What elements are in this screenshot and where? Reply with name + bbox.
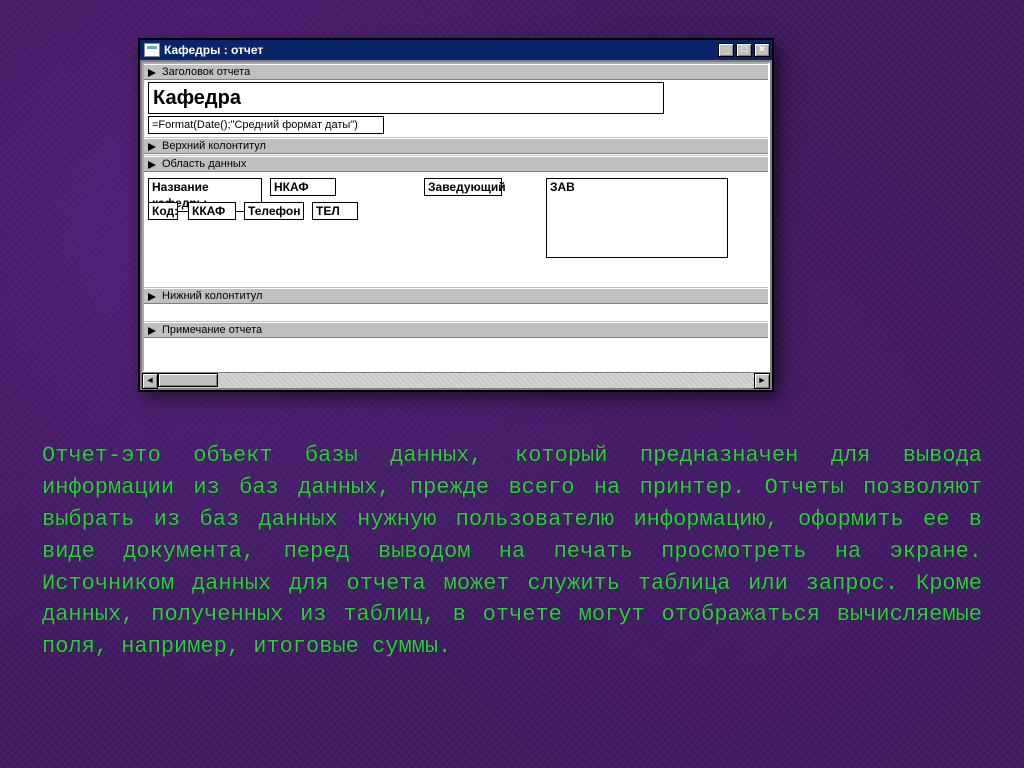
section-arrow-icon <box>148 327 156 335</box>
titlebar[interactable]: Кафедры : отчет _ □ × <box>140 40 772 60</box>
horizontal-scrollbar[interactable]: ◄ ► <box>142 372 770 388</box>
client-area: Заголовок отчета Кафедра =Format(Date();… <box>140 60 772 390</box>
explanation-paragraph: Отчет-это объект базы данных, который пр… <box>42 440 982 663</box>
tel-label[interactable]: Телефон <box>244 202 304 220</box>
section-label: Примечание отчета <box>162 324 262 336</box>
report-icon <box>144 43 160 57</box>
section-body-report-header[interactable]: Кафедра =Format(Date();"Средний формат д… <box>144 80 768 138</box>
date-expression-field[interactable]: =Format(Date();"Средний формат даты") <box>148 116 384 134</box>
code-label[interactable]: Код: <box>148 202 178 220</box>
window-buttons: _ □ × <box>718 43 770 57</box>
section-bar-report-footer[interactable]: Примечание отчета <box>144 322 768 338</box>
report-design-surface[interactable]: Заголовок отчета Кафедра =Format(Date();… <box>142 62 770 372</box>
close-button[interactable]: × <box>754 43 770 57</box>
scroll-left-button[interactable]: ◄ <box>142 373 158 389</box>
section-label: Область данных <box>162 158 246 170</box>
section-bar-page-footer[interactable]: Нижний колонтитул <box>144 288 768 304</box>
section-body-detail[interactable]: Название кафедры НКАФ Заведующий ЗАВ Код… <box>144 172 768 288</box>
maximize-button[interactable]: □ <box>736 43 752 57</box>
section-arrow-icon <box>148 161 156 169</box>
scroll-thumb[interactable] <box>158 373 218 387</box>
report-designer-window: Кафедры : отчет _ □ × Заголовок отчета К… <box>138 38 774 392</box>
section-arrow-icon <box>148 293 156 301</box>
head-field[interactable]: ЗАВ <box>546 178 728 258</box>
tel-field[interactable]: ТЕЛ <box>312 202 358 220</box>
section-bar-page-header[interactable]: Верхний колонтитул <box>144 138 768 154</box>
code-field[interactable]: ККАФ <box>188 202 236 220</box>
minimize-button[interactable]: _ <box>718 43 734 57</box>
section-label: Заголовок отчета <box>162 66 250 78</box>
section-arrow-icon <box>148 69 156 77</box>
section-label: Нижний колонтитул <box>162 290 262 302</box>
section-bar-detail[interactable]: Область данных <box>144 156 768 172</box>
section-arrow-icon <box>148 143 156 151</box>
name-field[interactable]: НКАФ <box>270 178 336 196</box>
head-label[interactable]: Заведующий <box>424 178 502 196</box>
title-label[interactable]: Кафедра <box>148 82 664 114</box>
window-title: Кафедры : отчет <box>164 43 718 57</box>
scroll-right-button[interactable]: ► <box>754 373 770 389</box>
scroll-track[interactable] <box>158 373 754 388</box>
section-label: Верхний колонтитул <box>162 140 266 152</box>
section-body-page-footer[interactable] <box>144 304 768 322</box>
section-bar-report-header[interactable]: Заголовок отчета <box>144 64 768 80</box>
